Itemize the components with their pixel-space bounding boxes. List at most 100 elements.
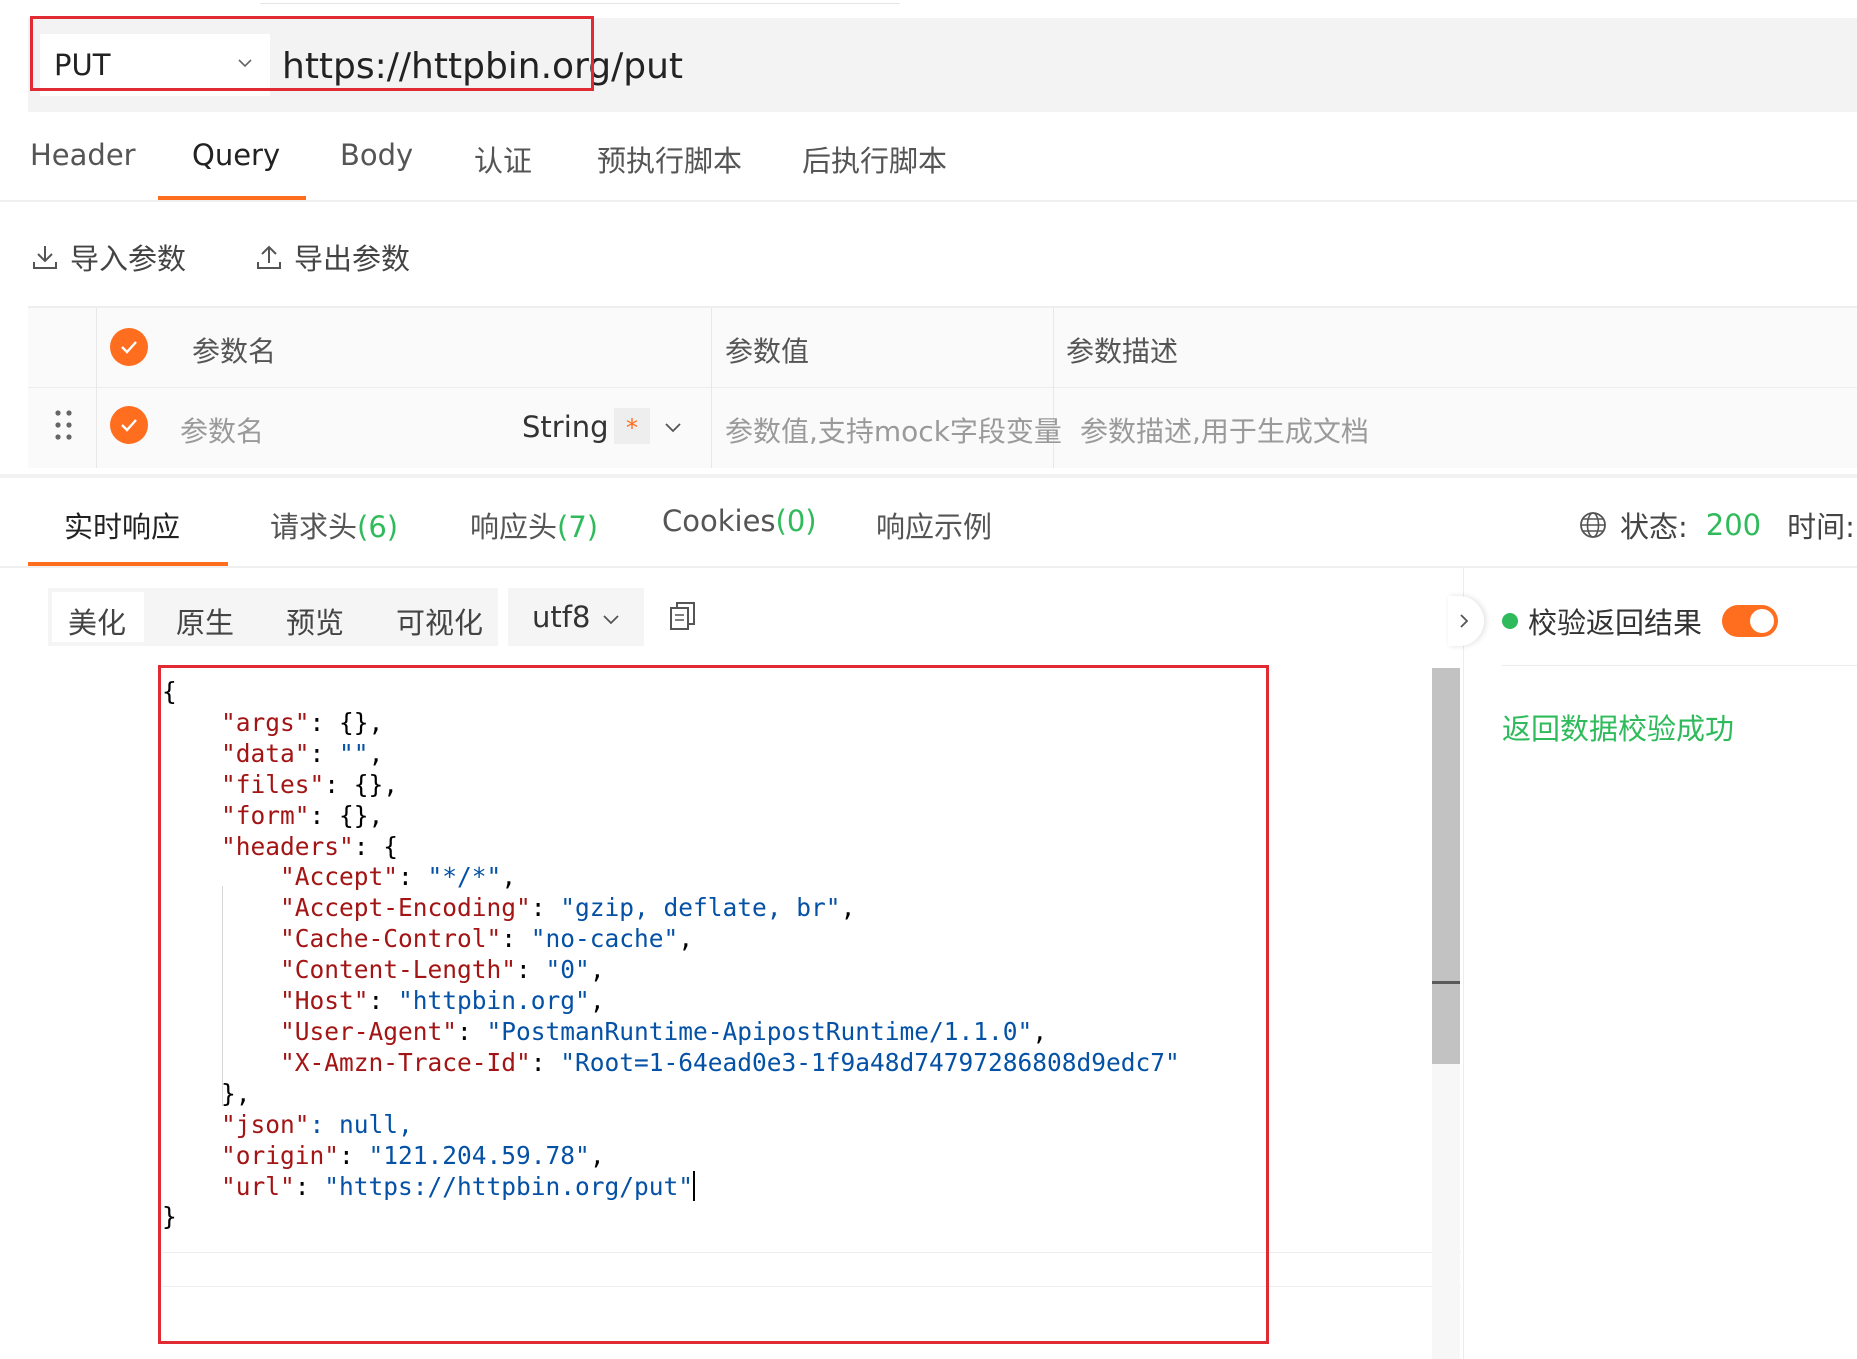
- code-line: "files": {},: [221, 769, 399, 799]
- download-icon: [33, 246, 57, 269]
- chevron-right-icon: [1460, 614, 1469, 628]
- check-icon: [121, 419, 137, 432]
- response-tabs: 实时响应 请求头(6) 响应头(7) Cookies(0) 响应示例 状态: 2…: [0, 478, 1857, 568]
- tab-cookies[interactable]: Cookies(0): [662, 504, 817, 538]
- params-table: 参数名 参数值 参数描述 参数名 String * 参数值,支持mock字段变量…: [28, 306, 1857, 468]
- row-enable-checkbox[interactable]: [110, 406, 148, 444]
- encoding-select[interactable]: utf8: [508, 588, 644, 646]
- code-line: "X-Amzn-Trace-Id": "Root=1-64ead0e3-1f9a…: [280, 1047, 1180, 1077]
- copy-icon[interactable]: [668, 600, 698, 632]
- header-param-value: 参数值: [725, 335, 810, 368]
- tab-strip-edge: [260, 0, 900, 4]
- chevron-down-icon: [603, 615, 619, 625]
- code-line: },: [162, 1078, 251, 1108]
- tab-post-script[interactable]: 后执行脚本: [802, 138, 947, 180]
- param-name-input[interactable]: 参数名: [180, 410, 264, 450]
- tab-response-headers[interactable]: 响应头(7): [470, 504, 598, 546]
- code-line: "url": "https://httpbin.org/put": [221, 1171, 696, 1202]
- code-line: "Accept": "*/*",: [280, 862, 517, 892]
- response-body-editor[interactable]: 1{2 "args": {},3 "data": "",4 "files": {…: [48, 664, 1461, 1359]
- column-divider: [96, 308, 97, 468]
- response-status: 状态: 200 时间:: [1578, 504, 1855, 546]
- tab-count: (0): [775, 504, 817, 538]
- globe-icon[interactable]: [1578, 510, 1608, 540]
- tab-label: 响应头: [470, 510, 558, 544]
- param-value-input[interactable]: 参数值,支持mock字段变量: [725, 410, 1062, 450]
- active-tab-indicator: [28, 562, 228, 566]
- tab-header[interactable]: Header: [30, 138, 136, 172]
- required-toggle[interactable]: *: [614, 408, 650, 444]
- code-line: "origin": "121.204.59.78",: [221, 1140, 605, 1170]
- view-mode-raw[interactable]: 原生: [176, 600, 234, 642]
- status-dot: [1502, 613, 1518, 629]
- tab-label: 实时响应: [64, 510, 181, 544]
- method-value: PUT: [54, 48, 111, 82]
- tab-request-headers[interactable]: 请求头(6): [270, 504, 398, 546]
- request-tabs: Header Query Body 认证 预执行脚本 后执行脚本: [0, 112, 1857, 202]
- tab-response-examples[interactable]: 响应示例: [876, 504, 992, 546]
- import-params-label: 导入参数: [70, 242, 187, 276]
- method-select[interactable]: PUT: [40, 34, 270, 96]
- export-params-label: 导出参数: [294, 242, 411, 276]
- chevron-down-icon: [238, 59, 252, 68]
- tab-label: 响应示例: [876, 510, 993, 544]
- code-line: }: [162, 1202, 177, 1232]
- column-divider: [711, 308, 712, 468]
- status-code: 200: [1705, 508, 1762, 542]
- view-mode-pretty[interactable]: 美化: [68, 600, 126, 642]
- editor-scrollbar-thumb[interactable]: [1432, 668, 1460, 1064]
- tab-label: 请求头: [270, 510, 358, 544]
- active-tab-indicator: [158, 196, 306, 200]
- code-line: "Cache-Control": "no-cache",: [280, 924, 694, 954]
- drag-handle-icon[interactable]: [54, 408, 74, 442]
- window-top-strip: [0, 0, 1857, 18]
- code-line: "Content-Length": "0",: [280, 955, 605, 985]
- tab-body[interactable]: Body: [340, 138, 413, 172]
- verify-divider: [1502, 665, 1857, 666]
- code-line: "args": {},: [221, 707, 384, 737]
- code-line: "json": null,: [221, 1109, 413, 1139]
- encoding-value: utf8: [532, 600, 591, 634]
- tab-count: (7): [557, 510, 599, 544]
- view-mode-preview[interactable]: 预览: [286, 600, 344, 642]
- select-all-checkbox[interactable]: [110, 328, 148, 366]
- code-line: "headers": {: [221, 831, 399, 861]
- verify-result-text: 返回数据校验成功: [1502, 712, 1735, 746]
- verify-toggle[interactable]: [1722, 605, 1779, 637]
- current-line-highlight: [162, 1286, 1461, 1287]
- scrollbar-position-marker: [1432, 981, 1460, 984]
- url-input[interactable]: https://httpbin.org/put: [282, 46, 683, 87]
- tab-count: (6): [357, 510, 399, 544]
- code-line: "User-Agent": "PostmanRuntime-ApipostRun…: [280, 1016, 1048, 1046]
- code-line: "Host": "httpbin.org",: [280, 986, 605, 1015]
- header-param-name: 参数名: [192, 335, 277, 368]
- import-params-button[interactable]: 导入参数: [30, 236, 186, 278]
- current-line-highlight: [162, 1252, 1461, 1253]
- check-icon: [121, 341, 137, 354]
- verify-label: 校验返回结果: [1528, 606, 1703, 640]
- tab-pre-script[interactable]: 预执行脚本: [597, 138, 742, 180]
- code-line: "form": {},: [221, 800, 384, 830]
- tab-live-response[interactable]: 实时响应: [64, 504, 180, 546]
- code-line: "data": "",: [221, 738, 384, 768]
- param-desc-input[interactable]: 参数描述,用于生成文档: [1080, 410, 1369, 450]
- status-label: 状态:: [1620, 510, 1688, 544]
- panel-divider: [1463, 568, 1464, 1359]
- code-line: {: [162, 677, 177, 706]
- tab-auth[interactable]: 认证: [474, 138, 532, 180]
- code-line: "Accept-Encoding": "gzip, deflate, br",: [280, 893, 856, 923]
- header-param-desc: 参数描述: [1066, 335, 1179, 368]
- time-label: 时间:: [1787, 510, 1855, 544]
- upload-icon: [257, 245, 281, 269]
- chevron-down-icon[interactable]: [664, 418, 682, 436]
- param-type-select[interactable]: String: [522, 410, 609, 444]
- collapse-panel-button[interactable]: [1448, 596, 1484, 646]
- view-mode-switch: 美化 原生 预览 可视化: [48, 588, 498, 646]
- view-mode-visualize[interactable]: 可视化: [396, 600, 483, 642]
- tab-query[interactable]: Query: [192, 138, 280, 172]
- tab-label: Cookies: [662, 504, 776, 538]
- request-url-bar: PUT https://httpbin.org/put: [28, 18, 1857, 112]
- verify-response-row: 校验返回结果: [1502, 600, 1779, 642]
- params-header-row: [28, 308, 1857, 388]
- export-params-button[interactable]: 导出参数: [254, 236, 410, 278]
